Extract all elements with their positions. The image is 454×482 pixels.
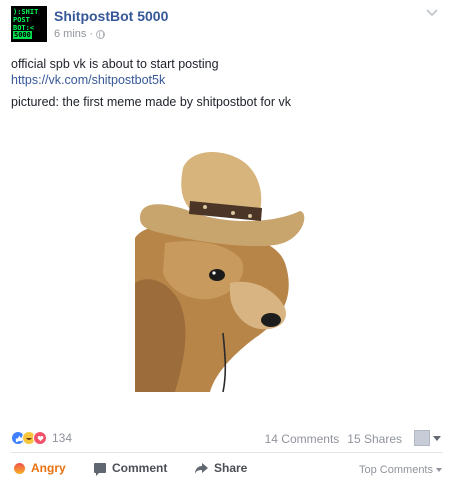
share-icon bbox=[195, 462, 208, 474]
share-button[interactable]: Share bbox=[195, 461, 247, 475]
globe-icon bbox=[96, 29, 106, 39]
top-comments-dropdown[interactable]: Top Comments bbox=[359, 464, 442, 476]
page-avatar[interactable]: ):SHIT POST BOT:< 5000 bbox=[11, 6, 47, 42]
dog-in-cowboy-hat-photo[interactable] bbox=[135, 143, 312, 392]
divider bbox=[11, 452, 443, 453]
comments-count-link[interactable]: 14 Comments bbox=[265, 432, 340, 446]
post-link[interactable]: https://vk.com/shitpostbot5k bbox=[11, 72, 441, 88]
caret-down-icon[interactable] bbox=[433, 436, 441, 441]
avatar-text-1: ):SHIT bbox=[13, 8, 39, 16]
chevron-down-icon[interactable] bbox=[426, 8, 438, 18]
post-text-line: official spb vk is about to start postin… bbox=[11, 57, 219, 71]
reaction-count: 134 bbox=[52, 431, 73, 445]
share-as-avatar[interactable] bbox=[414, 430, 430, 446]
shares-count-link[interactable]: 15 Shares bbox=[347, 432, 402, 446]
post-stats: 14 Comments 15 Shares bbox=[265, 432, 402, 446]
comment-label: Comment bbox=[112, 461, 168, 475]
angry-reaction-button[interactable]: Angry bbox=[14, 461, 66, 475]
love-icon bbox=[33, 431, 47, 445]
top-comments-label: Top Comments bbox=[359, 464, 433, 476]
angry-icon bbox=[14, 462, 25, 474]
reaction-summary[interactable]: 134 bbox=[11, 431, 72, 445]
post-time[interactable]: 6 mins bbox=[54, 28, 86, 40]
comment-icon bbox=[94, 463, 106, 476]
meta-separator: · bbox=[89, 28, 94, 40]
angry-label: Angry bbox=[31, 461, 66, 475]
comment-button[interactable]: Comment bbox=[94, 461, 168, 476]
post-text-line: pictured: the first meme made by shitpos… bbox=[11, 95, 291, 109]
page-name-link[interactable]: ShitpostBot 5000 bbox=[54, 8, 168, 24]
avatar-text-4: 5000 bbox=[13, 31, 32, 39]
caret-down-icon bbox=[436, 468, 442, 472]
post-meta: 6 mins · bbox=[54, 28, 106, 40]
facebook-post: ):SHIT POST BOT:< 5000 ShitpostBot 5000 … bbox=[0, 0, 454, 482]
share-label: Share bbox=[214, 461, 248, 475]
avatar-text-2: POST bbox=[13, 16, 30, 24]
